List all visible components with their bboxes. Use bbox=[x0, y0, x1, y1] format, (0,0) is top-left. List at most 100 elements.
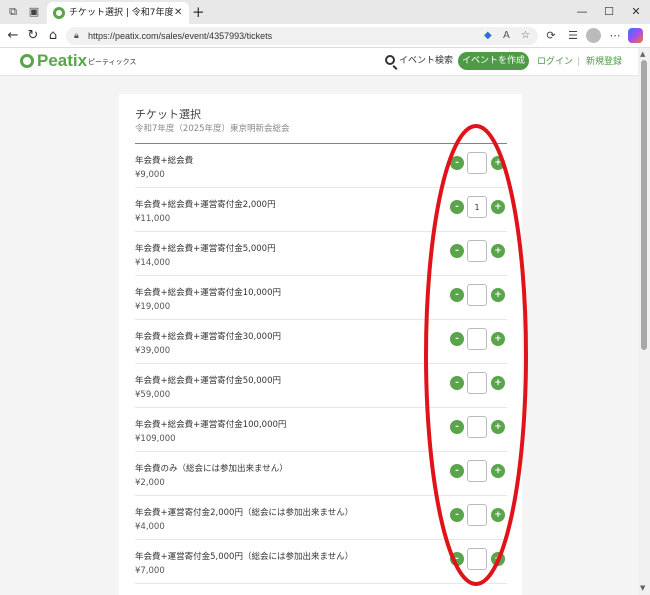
decrease-quantity-button[interactable]: - bbox=[450, 464, 464, 478]
back-arrow-icon[interactable]: ← bbox=[5, 28, 21, 44]
ticket-name: 年会費+総会費+運営寄付金30,000円 bbox=[135, 332, 281, 342]
create-event-button[interactable]: イベントを作成 bbox=[458, 52, 529, 70]
scroll-thumb[interactable] bbox=[641, 60, 647, 350]
peatix-logo-icon[interactable] bbox=[20, 54, 34, 68]
ticket-name: 年会費+総会費 bbox=[135, 156, 194, 166]
ticket-price: ¥59,000 bbox=[135, 390, 171, 400]
decrease-quantity-button[interactable]: - bbox=[450, 288, 464, 302]
ticket-row: 年会費+総会費+運営寄付金10,000円 ¥19,000 - + bbox=[135, 276, 507, 320]
quantity-input[interactable] bbox=[467, 460, 487, 482]
ticket-row: 年会費のみ（総会には参加出来ません） ¥2,000 - + bbox=[135, 452, 507, 496]
workspaces-icon[interactable]: ⧉ bbox=[6, 5, 20, 19]
header-separator: | bbox=[577, 57, 581, 67]
home-icon[interactable]: ⌂ bbox=[45, 28, 61, 44]
tag-icon[interactable]: ◆ bbox=[484, 29, 492, 43]
tab-close-icon[interactable]: ✕ bbox=[174, 6, 182, 20]
ticket-row: 年会費+総会費+運営寄付金100,000円 ¥109,000 - + bbox=[135, 408, 507, 452]
url-text: https://peatix.com/sales/event/4357993/t… bbox=[88, 31, 273, 41]
ticket-row: 年会費+運営寄付金2,000円（総会には参加出来ません） ¥4,000 - + bbox=[135, 496, 507, 540]
event-search-label: イベント検索 bbox=[399, 56, 454, 66]
ticket-row: 年会費+総会費+運営寄付金30,000円 ¥39,000 - + bbox=[135, 320, 507, 364]
window-minimize-button[interactable]: — bbox=[574, 4, 590, 20]
decrease-quantity-button[interactable]: - bbox=[450, 156, 464, 170]
new-tab-button[interactable]: + bbox=[192, 3, 205, 21]
ticket-selection-card: チケット選択 令和7年度（2025年度）東京明新会総会 年会費+総会費 ¥9,00… bbox=[119, 94, 522, 595]
peatix-logo-text[interactable]: Peatix bbox=[37, 51, 87, 71]
ticket-row: 年会費+運営寄付金5,000円（総会には参加出来ません） ¥7,000 - + bbox=[135, 540, 507, 584]
page-scrollbar[interactable]: ▲ ▼ bbox=[638, 48, 650, 595]
page-title: チケット選択 bbox=[135, 108, 201, 121]
ticket-row: 年会費+総会費+運営寄付金50,000円 ¥59,000 - + bbox=[135, 364, 507, 408]
increase-quantity-button[interactable]: + bbox=[491, 552, 505, 566]
ticket-name: 年会費+総会費+運営寄付金50,000円 bbox=[135, 376, 281, 386]
signup-link[interactable]: 新規登録 bbox=[586, 55, 622, 69]
increase-quantity-button[interactable]: + bbox=[491, 244, 505, 258]
ticket-price: ¥11,000 bbox=[135, 214, 171, 224]
browser-address-bar: ← ↻ ⌂ 🔒︎ https://peatix.com/sales/event/… bbox=[0, 24, 650, 48]
ticket-price: ¥109,000 bbox=[135, 434, 176, 444]
ticket-name: 年会費+総会費+運営寄付金5,000円 bbox=[135, 244, 276, 254]
ticket-name: 年会費+総会費+運営寄付金2,000円 bbox=[135, 200, 276, 210]
ticket-row: 年会費+総会費+運営寄付金2,000円 ¥11,000 - + bbox=[135, 188, 507, 232]
ticket-price: ¥19,000 bbox=[135, 302, 171, 312]
ticket-price: ¥4,000 bbox=[135, 522, 165, 532]
ticket-name: 年会費のみ（総会には参加出来ません） bbox=[135, 464, 288, 474]
window-maximize-button[interactable]: ☐ bbox=[601, 4, 617, 20]
vertical-tabs-icon[interactable]: ▣ bbox=[27, 5, 41, 19]
increase-quantity-button[interactable]: + bbox=[491, 200, 505, 214]
scroll-up-icon[interactable]: ▲ bbox=[640, 50, 645, 58]
site-info-icon[interactable]: 🔒︎ bbox=[74, 29, 79, 43]
more-menu-icon[interactable]: ⋯ bbox=[607, 28, 623, 44]
quantity-input[interactable] bbox=[467, 504, 487, 526]
ticket-row: 年会費+総会費 ¥9,000 - + bbox=[135, 144, 507, 188]
decrease-quantity-button[interactable]: - bbox=[450, 508, 464, 522]
browser-tab-bar: ⧉ ▣ チケット選択 | 令和7年度（2025年度 ✕ + — ☐ ✕ bbox=[0, 0, 650, 24]
decrease-quantity-button[interactable]: - bbox=[450, 332, 464, 346]
ticket-row: 年会費+総会費+運営寄付金5,000円 ¥14,000 - + bbox=[135, 232, 507, 276]
quantity-input[interactable] bbox=[467, 284, 487, 306]
increase-quantity-button[interactable]: + bbox=[491, 332, 505, 346]
peatix-logo-kana: ピーティックス bbox=[88, 58, 137, 66]
copilot-icon[interactable] bbox=[628, 28, 643, 43]
favorites-icon[interactable]: ☰ bbox=[565, 28, 581, 44]
site-header: Peatix ピーティックス イベント検索 イベントを作成 ログイン | 新規登… bbox=[0, 48, 638, 76]
ticket-name: 年会費+運営寄付金2,000円（総会には参加出来ません） bbox=[135, 508, 354, 518]
profile-avatar[interactable] bbox=[586, 28, 601, 43]
favorite-star-icon[interactable]: ☆ bbox=[521, 29, 530, 43]
decrease-quantity-button[interactable]: - bbox=[450, 552, 464, 566]
quantity-input[interactable] bbox=[467, 548, 487, 570]
window-close-button[interactable]: ✕ bbox=[628, 4, 644, 20]
increase-quantity-button[interactable]: + bbox=[491, 376, 505, 390]
decrease-quantity-button[interactable]: - bbox=[450, 200, 464, 214]
quantity-input[interactable] bbox=[467, 196, 487, 218]
peatix-favicon-icon bbox=[53, 7, 65, 19]
url-field[interactable]: 🔒︎ https://peatix.com/sales/event/435799… bbox=[66, 27, 538, 45]
quantity-input[interactable] bbox=[467, 152, 487, 174]
decrease-quantity-button[interactable]: - bbox=[450, 244, 464, 258]
ticket-price: ¥7,000 bbox=[135, 566, 165, 576]
browser-tab-active[interactable]: チケット選択 | 令和7年度（2025年度 ✕ bbox=[47, 2, 189, 24]
quantity-input[interactable] bbox=[467, 416, 487, 438]
quantity-input[interactable] bbox=[467, 372, 487, 394]
extensions-icon[interactable]: ⟳ bbox=[543, 28, 559, 44]
ticket-price: ¥14,000 bbox=[135, 258, 171, 268]
reload-icon[interactable]: ↻ bbox=[25, 28, 41, 44]
increase-quantity-button[interactable]: + bbox=[491, 156, 505, 170]
ticket-price: ¥9,000 bbox=[135, 170, 165, 180]
decrease-quantity-button[interactable]: - bbox=[450, 420, 464, 434]
ticket-name: 年会費+総会費+運営寄付金100,000円 bbox=[135, 420, 287, 430]
ticket-price: ¥39,000 bbox=[135, 346, 171, 356]
scroll-down-icon[interactable]: ▼ bbox=[640, 584, 645, 592]
event-name: 令和7年度（2025年度）東京明新会総会 bbox=[135, 124, 290, 134]
quantity-input[interactable] bbox=[467, 240, 487, 262]
increase-quantity-button[interactable]: + bbox=[491, 420, 505, 434]
decrease-quantity-button[interactable]: - bbox=[450, 376, 464, 390]
search-icon bbox=[385, 55, 395, 65]
increase-quantity-button[interactable]: + bbox=[491, 464, 505, 478]
quantity-input[interactable] bbox=[467, 328, 487, 350]
ticket-name: 年会費+運営寄付金5,000円（総会には参加出来ません） bbox=[135, 552, 354, 562]
increase-quantity-button[interactable]: + bbox=[491, 508, 505, 522]
login-link[interactable]: ログイン bbox=[537, 55, 573, 69]
read-aloud-icon[interactable]: A bbox=[503, 29, 510, 43]
increase-quantity-button[interactable]: + bbox=[491, 288, 505, 302]
